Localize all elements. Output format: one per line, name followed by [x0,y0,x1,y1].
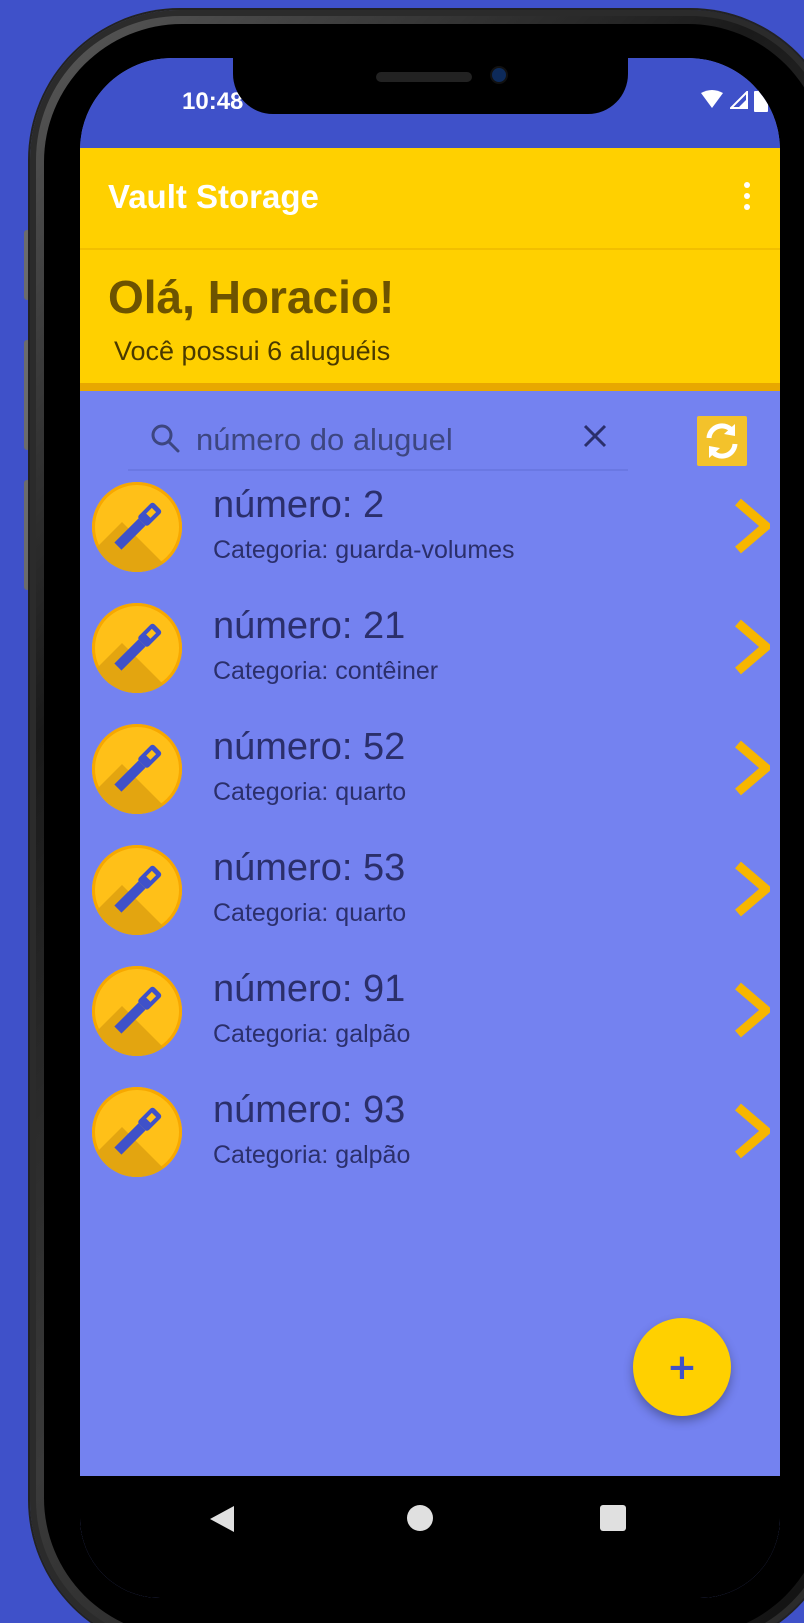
rental-count-text: Você possui 6 aluguéis [114,336,391,366]
status-bar: 10:48 [80,58,780,148]
avatar [92,845,182,935]
rental-category: Categoria: guarda-volumes [213,536,515,564]
greeting-title: Olá, Horacio! [108,271,395,323]
rental-category: Categoria: galpão [213,1020,411,1048]
search-bar [128,413,628,471]
rental-category: Categoria: quarto [213,778,407,806]
speaker-grille [376,72,472,82]
key-icon [114,502,162,550]
rental-number: número: 21 [213,605,406,647]
recents-icon[interactable] [600,1505,626,1531]
close-icon[interactable] [578,419,612,453]
rental-list-item[interactable]: número: 21 Categoria: contêiner [80,589,780,710]
rental-list-item[interactable]: número: 93 Categoria: galpão [80,1073,780,1194]
chevron-right-icon[interactable] [734,1103,770,1159]
back-icon[interactable] [208,1504,236,1534]
rental-category: Categoria: galpão [213,1141,411,1169]
notch [233,58,628,114]
rental-list-item[interactable]: número: 2 Categoria: guarda-volumes [80,468,780,589]
avatar [92,1087,182,1177]
chevron-right-icon[interactable] [734,982,770,1038]
rental-category: Categoria: quarto [213,899,407,927]
avatar [92,603,182,693]
front-camera [492,68,506,82]
chevron-right-icon[interactable] [734,740,770,796]
system-nav-bar [80,1476,780,1598]
search-input[interactable] [194,415,558,465]
avatar [92,482,182,572]
add-rental-button[interactable]: + [633,1318,731,1416]
device-stage: 10:48 Vault Storage Olá, Horacio! Você p… [0,0,804,1623]
greeting-header: Olá, Horacio! Você possui 6 aluguéis [80,250,780,391]
refresh-button[interactable] [697,416,747,466]
chevron-right-icon[interactable] [734,861,770,917]
key-icon [114,865,162,913]
status-time: 10:48 [182,88,244,115]
refresh-icon [706,423,738,459]
rental-list-item[interactable]: número: 91 Categoria: galpão [80,952,780,1073]
add-icon: + [666,1346,698,1388]
home-icon[interactable] [407,1505,433,1531]
rental-number: número: 52 [213,726,406,768]
overflow-menu-icon[interactable] [742,182,752,215]
rental-category: Categoria: contêiner [213,657,439,685]
battery-icon [754,88,768,112]
status-icons [700,88,768,112]
key-icon [114,986,162,1034]
key-icon [114,744,162,792]
wifi-icon [701,90,723,108]
rental-number: número: 93 [213,1089,406,1131]
rental-number: número: 91 [213,968,406,1010]
avatar [92,724,182,814]
rental-list-item[interactable]: número: 52 Categoria: quarto [80,710,780,831]
key-icon [114,623,162,671]
rental-number: número: 2 [213,484,385,526]
rental-number: número: 53 [213,847,406,889]
app-title: Vault Storage [108,178,319,215]
chevron-right-icon[interactable] [734,498,770,554]
search-icon [151,424,180,453]
app-screen: 10:48 Vault Storage Olá, Horacio! Você p… [80,58,780,1598]
avatar [92,966,182,1056]
key-icon [114,1107,162,1155]
signal-icon [730,91,748,109]
app-bar: Vault Storage [80,148,780,250]
rental-list-item[interactable]: número: 53 Categoria: quarto [80,831,780,952]
chevron-right-icon[interactable] [734,619,770,675]
